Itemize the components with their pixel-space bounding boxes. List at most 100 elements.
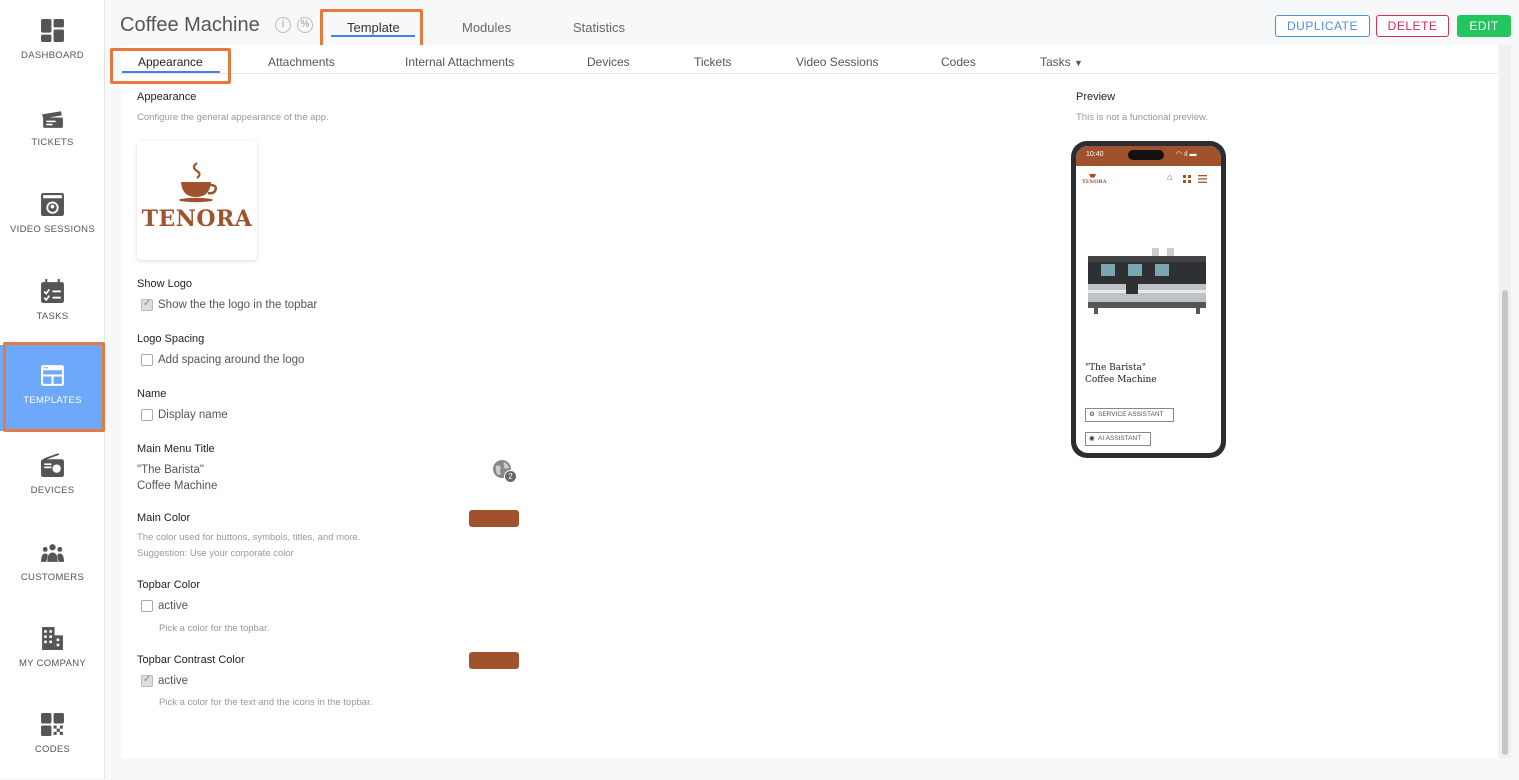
duplicate-button[interactable]: DUPLICATE [1275, 15, 1370, 37]
display-name-checkbox[interactable] [141, 409, 153, 421]
edit-button[interactable]: EDIT [1457, 15, 1511, 37]
tab-modules[interactable]: Modules [462, 20, 511, 35]
phone-home-icon: ⌂ [1167, 172, 1173, 182]
phone-time: 10:40 [1086, 151, 1104, 158]
logo-spacing-label: Add spacing around the logo [158, 354, 305, 366]
show-logo-heading: Show Logo [137, 278, 193, 290]
logo-spacing-checkbox[interactable] [141, 354, 153, 366]
gear-icon: ⚙ [1089, 411, 1095, 418]
phone-preview: 10:40 ◠ ıl ▬ TENORA ⌂ "The Barista" Coff… [1071, 141, 1226, 458]
devices-icon [41, 453, 64, 477]
nav-video-sessions[interactable]: VIDEO SESSIONS [0, 174, 105, 260]
logo-spacing-heading: Logo Spacing [137, 333, 205, 345]
header: Coffee Machine i % Template Modules Stat… [105, 0, 1519, 45]
active-subtab-indicator [122, 71, 220, 73]
dashboard-icon [41, 19, 64, 42]
coffee-cup-icon [179, 162, 218, 203]
phone-title-line1: "The Barista" [1085, 363, 1147, 373]
translations-globe-icon[interactable]: 2 [492, 459, 518, 483]
topbar-contrast-hint: Pick a color for the text and the icons … [159, 697, 373, 708]
nav-label: CODES [34, 744, 71, 755]
logo-preview[interactable]: TENORA [137, 141, 257, 260]
section-heading: Appearance [137, 91, 197, 103]
logo-text: TENORA [141, 206, 253, 232]
phone-ai-assistant-label: AI ASSISTANT [1098, 435, 1142, 442]
phone-screen: 10:40 ◠ ıl ▬ TENORA ⌂ "The Barista" Coff… [1076, 146, 1221, 453]
subtab-appearance[interactable]: Appearance [138, 55, 203, 69]
topbar-color-hint: Pick a color for the topbar. [159, 623, 270, 634]
subtab-devices[interactable]: Devices [587, 55, 630, 69]
topbar-contrast-checkbox[interactable] [141, 674, 153, 687]
nav-label: VIDEO SESSIONS [10, 224, 95, 235]
main-menu-title-line2: Coffee Machine [137, 480, 218, 492]
ticket-icon [42, 111, 63, 128]
tasks-icon [41, 279, 64, 303]
templates-icon [41, 365, 64, 386]
nav-label: CUSTOMERS [20, 572, 85, 583]
show-logo-label: Show the the logo in the topbar [158, 299, 318, 311]
topbar-color-checkbox[interactable] [141, 600, 153, 612]
subtab-codes[interactable]: Codes [941, 55, 976, 69]
nav-customers[interactable]: CUSTOMERS [0, 522, 105, 608]
phone-service-assistant-button: ⚙ SERVICE ASSISTANT [1085, 408, 1174, 422]
subtab-internal-attachments[interactable]: Internal Attachments [405, 55, 514, 69]
nav-label: TASKS [36, 311, 69, 322]
nav-label: MY COMPANY [18, 658, 87, 669]
nav-dashboard[interactable]: DASHBOARD [0, 0, 105, 86]
nav-tickets[interactable]: TICKETS [0, 87, 105, 173]
scrollbar[interactable] [1499, 45, 1511, 758]
codes-icon [41, 713, 64, 736]
subtab-tickets[interactable]: Tickets [694, 55, 732, 69]
chevron-down-icon: ▼ [1074, 58, 1083, 68]
phone-ai-assistant-button: ◉ AI ASSISTANT [1085, 432, 1151, 446]
customers-icon [41, 544, 64, 562]
section-description: Configure the general appearance of the … [137, 112, 329, 123]
phone-logo-cup-icon [1089, 173, 1096, 178]
tab-template[interactable]: Template [347, 20, 400, 35]
phone-logo-text: TENORA [1082, 179, 1107, 185]
subtab-bar: Appearance Attachments Internal Attachme… [121, 45, 1498, 74]
main-color-heading: Main Color [137, 512, 191, 524]
delete-button[interactable]: DELETE [1376, 15, 1449, 37]
nav-label: TEMPLATES [23, 395, 82, 406]
percent-icon[interactable]: % [297, 17, 313, 33]
nav-label: DASHBOARD [21, 50, 84, 61]
phone-grid-icon [1183, 175, 1191, 183]
company-icon [42, 627, 63, 650]
coffee-machine-image [1088, 248, 1206, 314]
nav-my-company[interactable]: MY COMPANY [0, 608, 105, 694]
subtab-video-sessions[interactable]: Video Sessions [796, 55, 879, 69]
phone-status-bar: 10:40 ◠ ıl ▬ [1076, 146, 1221, 166]
topbar-contrast-swatch[interactable] [469, 652, 519, 669]
main-card: Appearance Attachments Internal Attachme… [121, 45, 1498, 758]
phone-menu-icon [1198, 175, 1207, 183]
topbar-color-heading: Topbar Color [137, 579, 200, 591]
main-color-description: The color used for buttons, symbols, tit… [137, 532, 361, 543]
subtab-attachments[interactable]: Attachments [268, 55, 335, 69]
nav-label: DEVICES [30, 485, 75, 496]
phone-signal-icon: ◠ ıl ▬ [1176, 151, 1197, 158]
tab-statistics[interactable]: Statistics [573, 20, 625, 35]
main-menu-title-heading: Main Menu Title [137, 443, 215, 455]
nav-codes[interactable]: CODES [0, 694, 105, 780]
active-tab-indicator [331, 35, 415, 37]
sidebar: DASHBOARD TICKETS VIDEO SESSIONS TASKS T… [0, 0, 105, 778]
display-name-label: Display name [158, 409, 228, 421]
info-icon[interactable]: i [275, 17, 291, 33]
subtab-tasks-label: Tasks [1040, 55, 1071, 69]
scrollbar-thumb[interactable] [1502, 290, 1508, 755]
main-menu-title-line1: "The Barista" [137, 464, 204, 476]
topbar-contrast-label: active [158, 675, 189, 687]
video-sessions-icon [41, 193, 64, 216]
nav-templates[interactable]: TEMPLATES [0, 345, 105, 431]
nav-tasks[interactable]: TASKS [0, 261, 105, 347]
nav-devices[interactable]: DEVICES [0, 435, 105, 521]
preview-heading: Preview [1076, 91, 1116, 103]
robot-icon: ◉ [1089, 435, 1095, 442]
main-color-swatch[interactable] [469, 510, 519, 527]
show-logo-checkbox[interactable] [141, 298, 153, 311]
preview-description: This is not a functional preview. [1076, 112, 1209, 123]
phone-service-assistant-label: SERVICE ASSISTANT [1098, 411, 1164, 418]
translations-count-badge: 2 [504, 470, 517, 483]
subtab-tasks[interactable]: Tasks ▼ [1040, 55, 1083, 69]
